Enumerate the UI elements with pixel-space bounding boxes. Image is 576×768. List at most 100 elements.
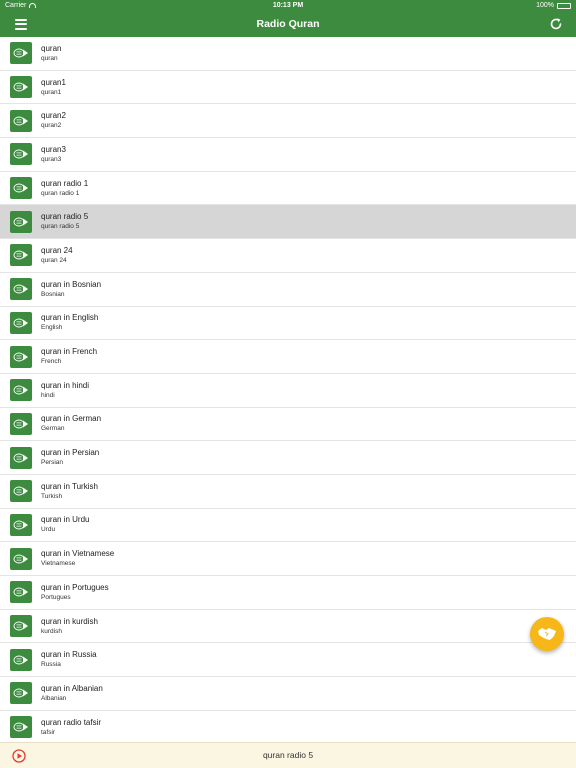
station-title: quran in Bosnian <box>41 279 102 289</box>
station-text: quran in German German <box>41 414 101 433</box>
station-title: quran in Turkish <box>41 481 98 491</box>
status-bar: Carrier 10:13 PM 100% <box>0 0 576 11</box>
station-row[interactable]: quran in Urdu Urdu <box>0 508 576 543</box>
battery-percent: 100% <box>536 2 554 9</box>
quran-play-icon <box>10 143 32 166</box>
quran-play-icon <box>10 76 32 99</box>
hamburger-menu-icon <box>15 18 27 21</box>
station-title: quran1 <box>41 77 66 87</box>
quran-play-icon <box>10 446 32 469</box>
station-subtitle: Portugues <box>41 593 71 601</box>
quran-play-icon <box>10 345 32 368</box>
station-row[interactable]: quran in Persian Persian <box>0 441 576 475</box>
station-title: quran in Russia <box>41 650 97 660</box>
station-title: quran2 <box>41 111 66 121</box>
station-text: quran in Vietnamese Vietnamese <box>41 549 114 568</box>
station-subtitle: quran 24 <box>41 256 67 264</box>
station-subtitle: kurdish <box>41 627 62 635</box>
station-text: quran1 quran1 <box>41 78 66 97</box>
station-title: quran radio 1 <box>41 178 89 188</box>
status-time: 10:13 PM <box>272 2 304 9</box>
quran-play-icon <box>10 480 32 503</box>
station-subtitle: tafsir <box>41 728 56 736</box>
quran-play-icon <box>10 177 32 200</box>
station-row[interactable]: quran in Vietnamese Vietnamese <box>0 542 576 576</box>
station-list: quran quran quran1 quran1 quran2 quran2 quran3… <box>0 37 576 742</box>
quran-play-icon <box>10 547 32 570</box>
station-subtitle: hindi <box>41 391 55 399</box>
station-text: quran in Portugues Portugues <box>41 583 109 602</box>
station-title: quran in Persian <box>41 448 100 458</box>
station-subtitle: Albanian <box>41 694 67 702</box>
quran-play-icon <box>10 379 32 402</box>
station-subtitle: quran3 <box>41 155 62 163</box>
station-text: quran in Turkish Turkish <box>41 482 98 501</box>
station-text: quran quran <box>41 44 61 63</box>
station-subtitle: Vietnamese <box>41 560 76 568</box>
station-title: quran in French <box>41 347 98 357</box>
station-title: quran in hindi <box>41 380 90 390</box>
quran-play-icon <box>10 513 32 536</box>
quran-play-icon <box>10 311 32 334</box>
station-title: quran 24 <box>41 245 73 255</box>
station-subtitle: English <box>41 324 63 332</box>
quran-play-icon <box>10 412 32 435</box>
station-title: quran in kurdish <box>41 616 98 626</box>
quran-play-icon <box>10 278 32 301</box>
fab-button[interactable] <box>530 617 564 651</box>
station-subtitle: German <box>41 425 65 433</box>
quran-play-icon <box>10 615 32 638</box>
station-text: quran2 quran2 <box>41 111 66 130</box>
station-text: quran in French French <box>41 347 97 366</box>
station-row[interactable]: quran in English English <box>0 306 576 341</box>
station-text: quran radio 1 quran radio 1 <box>41 179 88 198</box>
refresh-icon[interactable] <box>548 16 564 32</box>
station-title: quran in Vietnamese <box>41 549 115 559</box>
station-row[interactable]: quran in hindi hindi <box>0 373 576 408</box>
station-subtitle: quran <box>41 54 58 62</box>
menu-button[interactable] <box>10 16 32 32</box>
station-title: quran <box>41 43 62 53</box>
play-circle-icon[interactable] <box>12 749 26 763</box>
station-subtitle: quran1 <box>41 88 62 96</box>
station-row[interactable]: quran radio 1 quran radio 1 <box>0 171 576 206</box>
quran-play-icon <box>10 244 32 267</box>
station-row[interactable]: quran in Turkish Turkish <box>0 474 576 509</box>
station-text: quran in Russia Russia <box>41 650 97 669</box>
player-bar: quran radio 5 <box>0 742 576 768</box>
station-row[interactable]: quran 24 quran 24 <box>0 239 576 273</box>
station-row[interactable]: quran in Albanian Albanian <box>0 677 576 711</box>
status-left: Carrier <box>5 2 37 9</box>
station-text: quran radio tafsir tafsir <box>41 718 101 737</box>
nav-bar: Radio Quran <box>0 11 576 37</box>
station-row[interactable]: quran radio tafsir tafsir <box>0 710 576 742</box>
now-playing-label: quran radio 5 <box>262 750 314 760</box>
station-subtitle: Turkish <box>41 492 63 500</box>
station-subtitle: Russia <box>41 661 61 669</box>
station-row[interactable]: quran in French French <box>0 340 576 374</box>
quran-play-icon <box>10 581 32 604</box>
station-row[interactable]: quran1 quran1 <box>0 70 576 105</box>
battery-icon <box>557 2 571 9</box>
station-text: quran in Persian Persian <box>41 448 99 467</box>
station-title: quran in Portugues <box>41 582 109 592</box>
station-subtitle: Persian <box>41 459 64 467</box>
station-row[interactable]: quran quran <box>0 37 576 71</box>
station-subtitle: French <box>41 358 62 366</box>
station-row[interactable]: quran in kurdish kurdish <box>0 609 576 644</box>
station-subtitle: Bosnian <box>41 290 65 298</box>
station-text: quran3 quran3 <box>41 145 66 164</box>
station-row[interactable]: quran in Portugues Portugues <box>0 576 576 610</box>
station-row[interactable]: quran in Russia Russia <box>0 643 576 678</box>
station-row[interactable]: quran3 quran3 <box>0 138 576 172</box>
station-subtitle: Urdu <box>41 526 56 534</box>
station-row[interactable]: quran2 quran2 <box>0 104 576 139</box>
station-title: quran in German <box>41 414 102 424</box>
carrier-label: Carrier <box>5 2 27 9</box>
station-text: quran in hindi hindi <box>41 381 89 400</box>
quran-play-icon <box>10 648 32 671</box>
quran-play-icon <box>10 210 32 233</box>
station-row[interactable]: quran radio 5 quran radio 5 <box>0 205 576 240</box>
station-row[interactable]: quran in German German <box>0 407 576 442</box>
station-row[interactable]: quran in Bosnian Bosnian <box>0 272 576 307</box>
